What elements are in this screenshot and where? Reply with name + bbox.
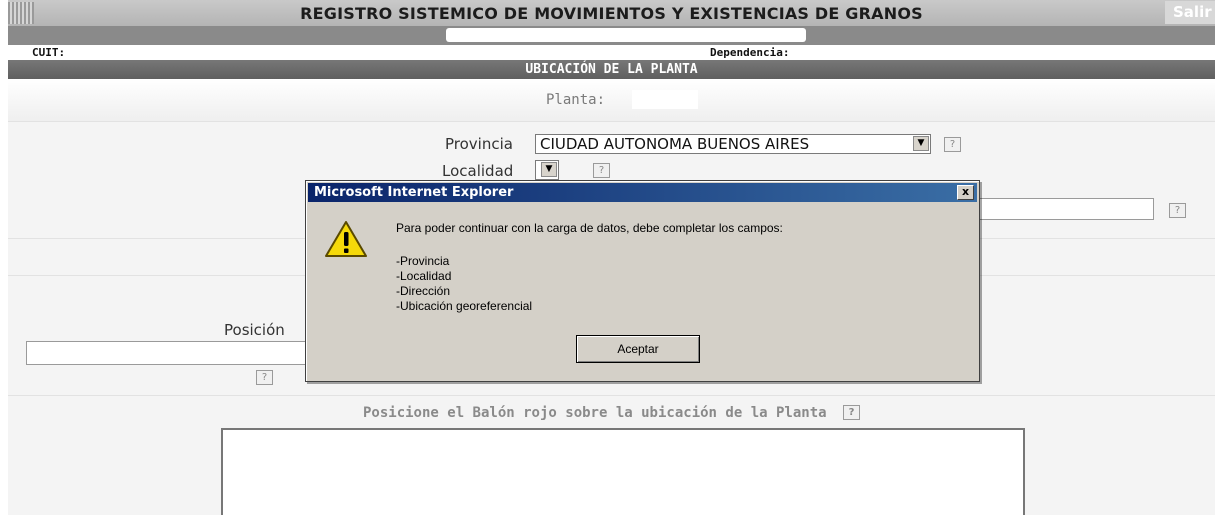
dialog-message: Para poder continuar con la carga de dat… bbox=[396, 221, 783, 235]
map-title-text: Posicione el Balón rojo sobre la ubicaci… bbox=[362, 405, 827, 421]
help-icon[interactable]: ? bbox=[593, 163, 610, 178]
divider bbox=[8, 121, 1215, 122]
info-bar: CUIT: Dependencia: bbox=[8, 45, 1215, 60]
direccion-input[interactable] bbox=[978, 198, 1154, 220]
exit-button[interactable]: Salir bbox=[1165, 1, 1215, 24]
divider bbox=[8, 395, 1215, 396]
dialog-field-item: -Localidad bbox=[396, 269, 452, 283]
dialog-field-list: -Provincia -Localidad -Dirección -Ubicac… bbox=[396, 254, 532, 314]
provincia-select[interactable]: CIUDAD AUTONOMA BUENOS AIRES ▼ bbox=[535, 134, 931, 154]
help-icon[interactable]: ? bbox=[1169, 203, 1186, 218]
app-title: REGISTRO SISTEMICO DE MOVIMIENTOS Y EXIS… bbox=[300, 4, 923, 23]
dialog-field-item: -Dirección bbox=[396, 284, 451, 298]
help-icon[interactable]: ? bbox=[256, 370, 273, 385]
provincia-value: CIUDAD AUTONOMA BUENOS AIRES bbox=[540, 135, 810, 153]
help-icon[interactable]: ? bbox=[843, 404, 861, 420]
cuit-label: CUIT: bbox=[32, 46, 66, 59]
chevron-down-icon[interactable]: ▼ bbox=[913, 136, 929, 151]
posicion-input[interactable] bbox=[26, 341, 316, 365]
dialog-field-item: -Ubicación georeferencial bbox=[396, 299, 533, 313]
dialog-titlebar[interactable]: Microsoft Internet Explorer x bbox=[308, 183, 977, 202]
planta-value bbox=[632, 90, 698, 109]
localidad-select[interactable]: ▼ bbox=[535, 160, 559, 180]
planta-label: Planta: bbox=[546, 92, 606, 108]
dependencia-label: Dependencia: bbox=[710, 46, 790, 59]
provincia-label: Provincia bbox=[445, 135, 513, 153]
dialog-field-item: -Provincia bbox=[396, 254, 450, 268]
user-bar bbox=[8, 26, 1215, 45]
user-name-field bbox=[446, 28, 806, 42]
dialog-title: Microsoft Internet Explorer bbox=[314, 185, 514, 200]
planta-row bbox=[8, 79, 1215, 121]
ok-button[interactable]: Aceptar bbox=[576, 335, 700, 363]
help-icon[interactable]: ? bbox=[944, 137, 961, 152]
warning-icon bbox=[325, 221, 367, 257]
map-title: Posicione el Balón rojo sobre la ubicaci… bbox=[8, 404, 1215, 421]
close-icon[interactable]: x bbox=[957, 185, 974, 200]
map-canvas[interactable] bbox=[221, 428, 1025, 515]
section-title: UBICACIÓN DE LA PLANTA bbox=[8, 60, 1215, 79]
localidad-label: Localidad bbox=[442, 162, 514, 180]
alert-dialog: Microsoft Internet Explorer x Para poder… bbox=[305, 180, 980, 382]
posicion-label: Posición bbox=[224, 321, 285, 339]
header-bar: REGISTRO SISTEMICO DE MOVIMIENTOS Y EXIS… bbox=[8, 0, 1215, 26]
chevron-down-icon[interactable]: ▼ bbox=[541, 162, 557, 177]
